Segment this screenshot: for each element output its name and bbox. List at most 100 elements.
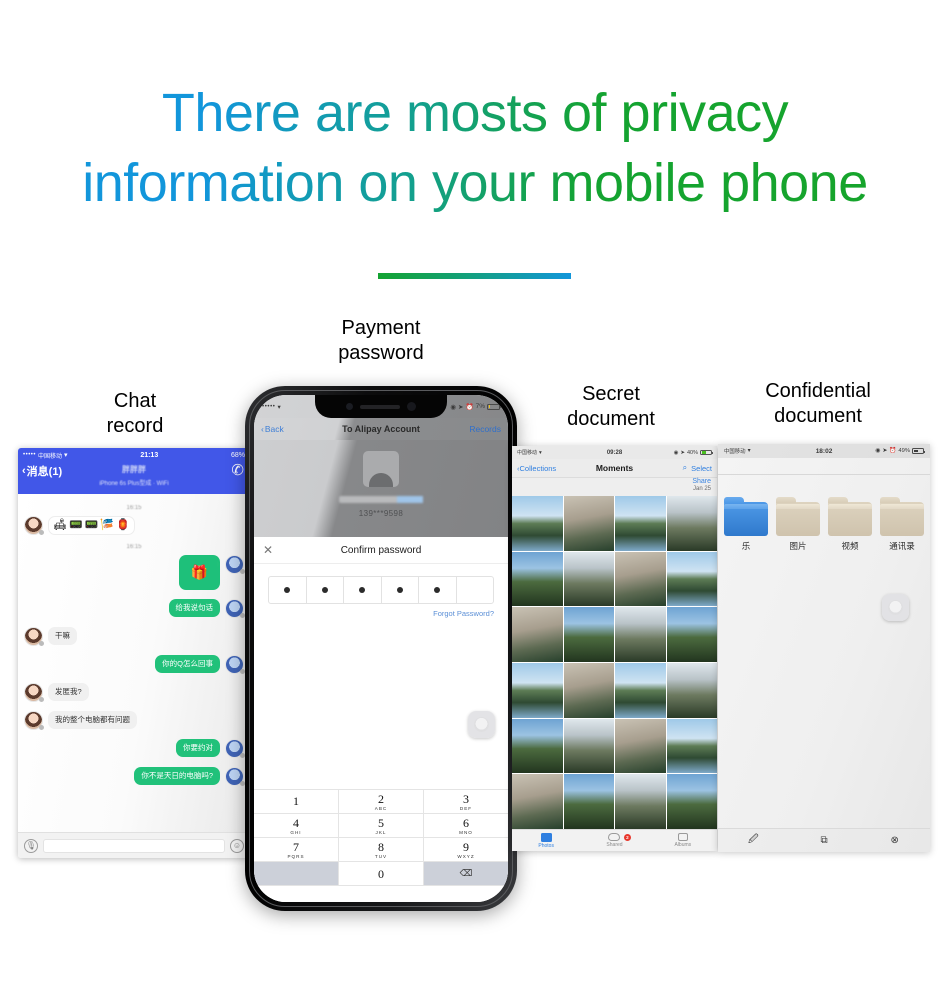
folder-item-music[interactable]: 乐 (722, 497, 770, 552)
photo-thumbnail[interactable] (615, 718, 666, 774)
photo-thumbnail[interactable] (563, 496, 614, 551)
avatar (225, 555, 245, 574)
folder-item-videos[interactable]: 视频 (826, 497, 874, 552)
files-status-bar: 中国移动 ▾ 18:02 ◉ ➤ ⏰ 49% (718, 444, 930, 458)
photo-thumbnail[interactable] (615, 774, 666, 829)
photos-icon (540, 832, 552, 842)
records-button[interactable]: Records (469, 424, 501, 434)
photo-thumbnail[interactable] (666, 496, 717, 551)
chat-message-list[interactable]: 16:15 🛋 📟 📟 🎏 🏮 16:15 🎁 给我说句话 干嘛 你的Q怎么回事… (18, 494, 250, 832)
photo-thumbnail[interactable] (512, 718, 563, 774)
folder-grid: 乐 图片 视频 通讯录 (718, 497, 930, 552)
photo-thumbnail[interactable] (512, 551, 563, 607)
confirm-password-sheet: ✕ Confirm password Forgot Password? (254, 537, 508, 618)
chat-row: 我的整个电脑都有问题 (24, 710, 244, 730)
photo-thumbnail[interactable] (512, 663, 563, 718)
tab-albums[interactable]: Albums (649, 833, 717, 848)
page-root: There are mosts of privacy information o… (0, 0, 950, 985)
close-icon[interactable]: ✕ (263, 544, 273, 556)
photo-thumbnail[interactable] (512, 607, 563, 662)
page-title-line-2: information on your mobile phone (82, 153, 868, 213)
key-blank (254, 862, 339, 886)
page-title: There are mosts of privacy information o… (0, 78, 950, 218)
key-5[interactable]: 5 JKL (339, 814, 424, 838)
photos-nav-bar: ‹Collections Moments ⌕ Select (512, 459, 717, 478)
photo-thumbnail[interactable] (563, 663, 614, 718)
chat-bubble-gift: 🎁 (178, 555, 221, 590)
photo-thumbnail[interactable] (666, 607, 717, 662)
photo-thumbnail[interactable] (512, 774, 563, 829)
assistive-touch-button[interactable] (468, 711, 495, 738)
share-button[interactable]: Share (692, 478, 711, 485)
page-title-line-1: There are mosts of privacy (161, 83, 789, 143)
key-6[interactable]: 6 MNO (424, 814, 508, 838)
search-icon[interactable]: ⌕ (683, 463, 687, 473)
chat-bubble-text: 我的整个电脑都有问题 (48, 710, 137, 730)
pin-cell-1[interactable] (269, 577, 307, 603)
front-camera-icon (407, 402, 416, 411)
photo-thumbnail[interactable] (563, 551, 614, 607)
pin-cell-3[interactable] (344, 577, 382, 603)
folder-icon (880, 497, 924, 536)
key-4[interactable]: 4 GHI (254, 814, 339, 838)
key-9[interactable]: 9 WXYZ (424, 838, 508, 862)
photo-thumbnail[interactable] (563, 774, 614, 829)
emoji-icon[interactable]: ☺ (230, 838, 244, 853)
assistive-touch-button[interactable] (882, 594, 909, 621)
pin-cell-2[interactable] (307, 577, 344, 603)
keypad-row: 1 2 ABC 3 DEF (254, 790, 508, 814)
key-0[interactable]: 0 (339, 862, 424, 886)
photo-thumbnail[interactable] (666, 551, 717, 607)
key-8[interactable]: 8 TUV (339, 838, 424, 862)
photo-thumbnail[interactable] (615, 551, 666, 607)
chat-subtitle: iPhone 6s Plus型成 · WiFi (99, 481, 169, 487)
chat-input-field[interactable] (43, 838, 225, 853)
battery-icon (700, 449, 713, 456)
photo-thumbnail[interactable] (563, 718, 614, 774)
pin-cell-6[interactable] (457, 577, 494, 603)
photo-thumbnail[interactable] (666, 663, 717, 718)
key-delete[interactable]: ⌫ (424, 862, 508, 886)
tab-photos[interactable]: Photos (512, 832, 580, 849)
phone-notch (315, 395, 447, 418)
pin-input[interactable] (268, 576, 494, 604)
gift-icon: 🎁 (190, 564, 208, 580)
chat-row: 你要约对 (24, 738, 245, 758)
navigation-arrow-icon: ➤ (458, 403, 464, 411)
folder-item-contacts[interactable]: 通讯录 (878, 497, 926, 552)
photo-thumbnail[interactable] (512, 496, 563, 551)
carrier-label: 中国移动 (38, 453, 63, 460)
select-button[interactable]: Select (691, 464, 712, 473)
caption-chat-line-2: record (106, 415, 164, 437)
folder-item-pictures[interactable]: 图片 (774, 497, 822, 552)
key-1[interactable]: 1 (254, 790, 339, 814)
photo-thumbnail[interactable] (615, 663, 666, 718)
person-avatar-icon (363, 451, 399, 487)
photo-thumbnail[interactable] (615, 607, 666, 662)
photo-thumbnail[interactable] (666, 718, 717, 774)
key-3[interactable]: 3 DEF (424, 790, 508, 814)
tab-shared[interactable]: 2 Shared (580, 833, 648, 848)
photo-thumbnail[interactable] (666, 774, 717, 829)
chat-timestamp-2: 16:15 (126, 544, 142, 550)
caption-secret-line-1: Secret (582, 383, 640, 405)
microphone-icon[interactable]: 🎙 (24, 838, 38, 853)
photo-thumbnail[interactable] (615, 496, 666, 551)
copy-files-icon[interactable]: ⧉ (789, 835, 860, 846)
numeric-keypad: 1 2 ABC 3 DEF 4 GHI 5 JKL 6 MNO 7 PQRS 8… (254, 789, 508, 902)
close-circle-icon[interactable]: ⊗ (859, 835, 930, 846)
photo-grid[interactable] (512, 496, 717, 829)
key-7[interactable]: 7 PQRS (254, 838, 339, 862)
chat-bubble-text: 你不是天日的电脑吗? (134, 766, 220, 786)
key-2[interactable]: 2 ABC (339, 790, 424, 814)
compose-icon[interactable]: 🖉 (718, 832, 789, 849)
battery-label: 68% (230, 451, 245, 459)
forgot-password-link[interactable]: Forgot Password? (268, 609, 494, 618)
folder-icon (828, 497, 872, 536)
pin-cell-5[interactable] (419, 577, 457, 603)
home-indicator-area (254, 886, 508, 902)
photos-subheader: Share Jan 25 (512, 478, 717, 496)
chat-row-gift: 🎁 (24, 555, 245, 590)
pin-cell-4[interactable] (382, 577, 419, 603)
photo-thumbnail[interactable] (563, 607, 614, 662)
